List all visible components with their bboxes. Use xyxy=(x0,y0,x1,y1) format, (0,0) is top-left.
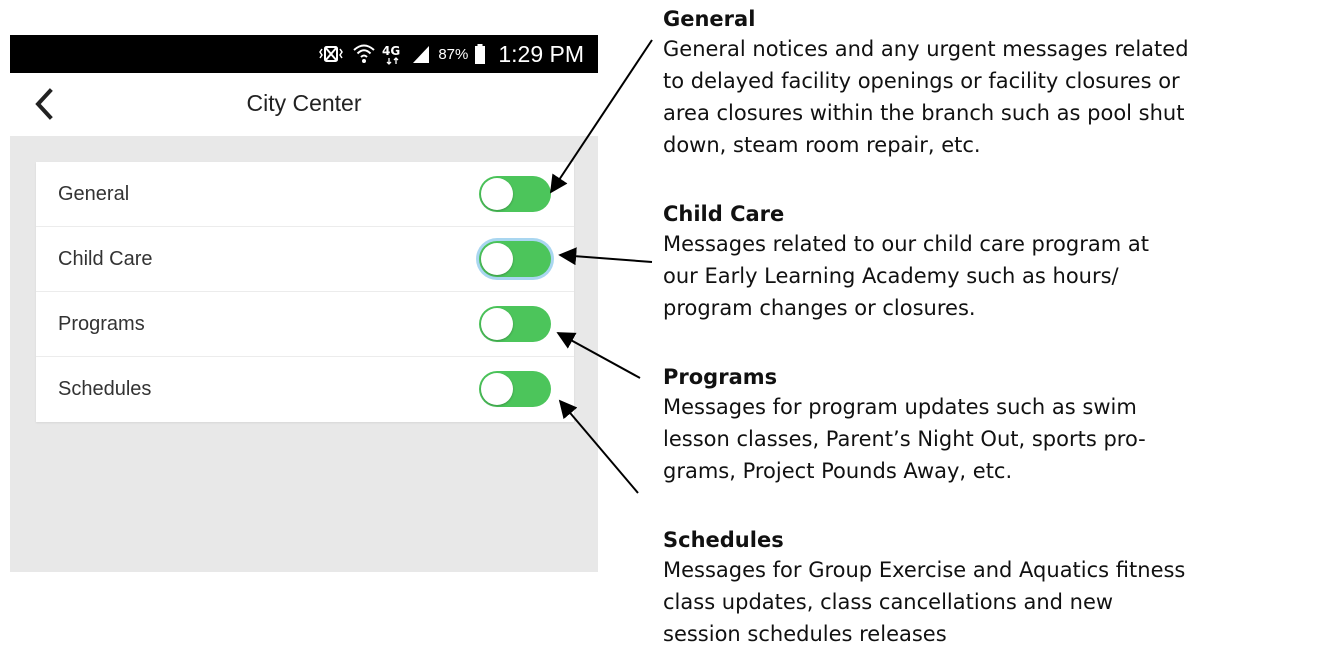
annotation-line: our Early Learning Academy such as hours… xyxy=(663,264,1119,288)
annotation-line: Messages related to our child care progr… xyxy=(663,232,1149,256)
annotation-line: lesson classes, Parent’s Night Out, spor… xyxy=(663,427,1146,451)
annotation-title: Programs xyxy=(663,365,778,389)
arrow-programs xyxy=(556,332,641,379)
annotation-title: Child Care xyxy=(663,202,785,226)
arrow-general xyxy=(550,39,653,194)
annotation-line: General notices and any urgent messages … xyxy=(663,37,1189,61)
annotation-body: Messages for program updates such as swi… xyxy=(663,391,1146,487)
annotation-line: class updates, class cancellations and n… xyxy=(663,590,1114,614)
annotation-line: Messages for program updates such as swi… xyxy=(663,395,1137,419)
annotation-line: to delayed facility openings or facility… xyxy=(663,69,1180,93)
arrow-schedules xyxy=(558,399,639,494)
annotation-line: Messages for Group Exercise and Aquatics… xyxy=(663,558,1186,582)
annotation-body: Messages for Group Exercise and Aquatics… xyxy=(663,554,1185,649)
annotation-title: Schedules xyxy=(663,528,784,552)
annotation-child-care: Child Care Messages related to our child… xyxy=(663,200,1149,324)
annotation-line: grams, Project Pounds Away, etc. xyxy=(663,459,1013,483)
annotation-line: down, steam room repair, etc. xyxy=(663,133,981,157)
annotation-line: program changes or closures. xyxy=(663,296,976,320)
annotation-title: General xyxy=(663,7,756,31)
annotation-programs: Programs Messages for program updates su… xyxy=(663,363,1146,487)
annotation-line: session schedules releases xyxy=(663,622,947,646)
page: 4G 87% 1:29 PM City Center General Child… xyxy=(0,0,1342,649)
annotation-body: Messages related to our child care progr… xyxy=(663,228,1149,324)
annotation-schedules: Schedules Messages for Group Exercise an… xyxy=(663,526,1185,649)
annotation-body: General notices and any urgent messages … xyxy=(663,33,1189,161)
annotation-line: area closures within the branch such as … xyxy=(663,101,1185,125)
arrow-child-care xyxy=(558,247,653,266)
annotation-general: General General notices and any urgent m… xyxy=(663,5,1189,161)
